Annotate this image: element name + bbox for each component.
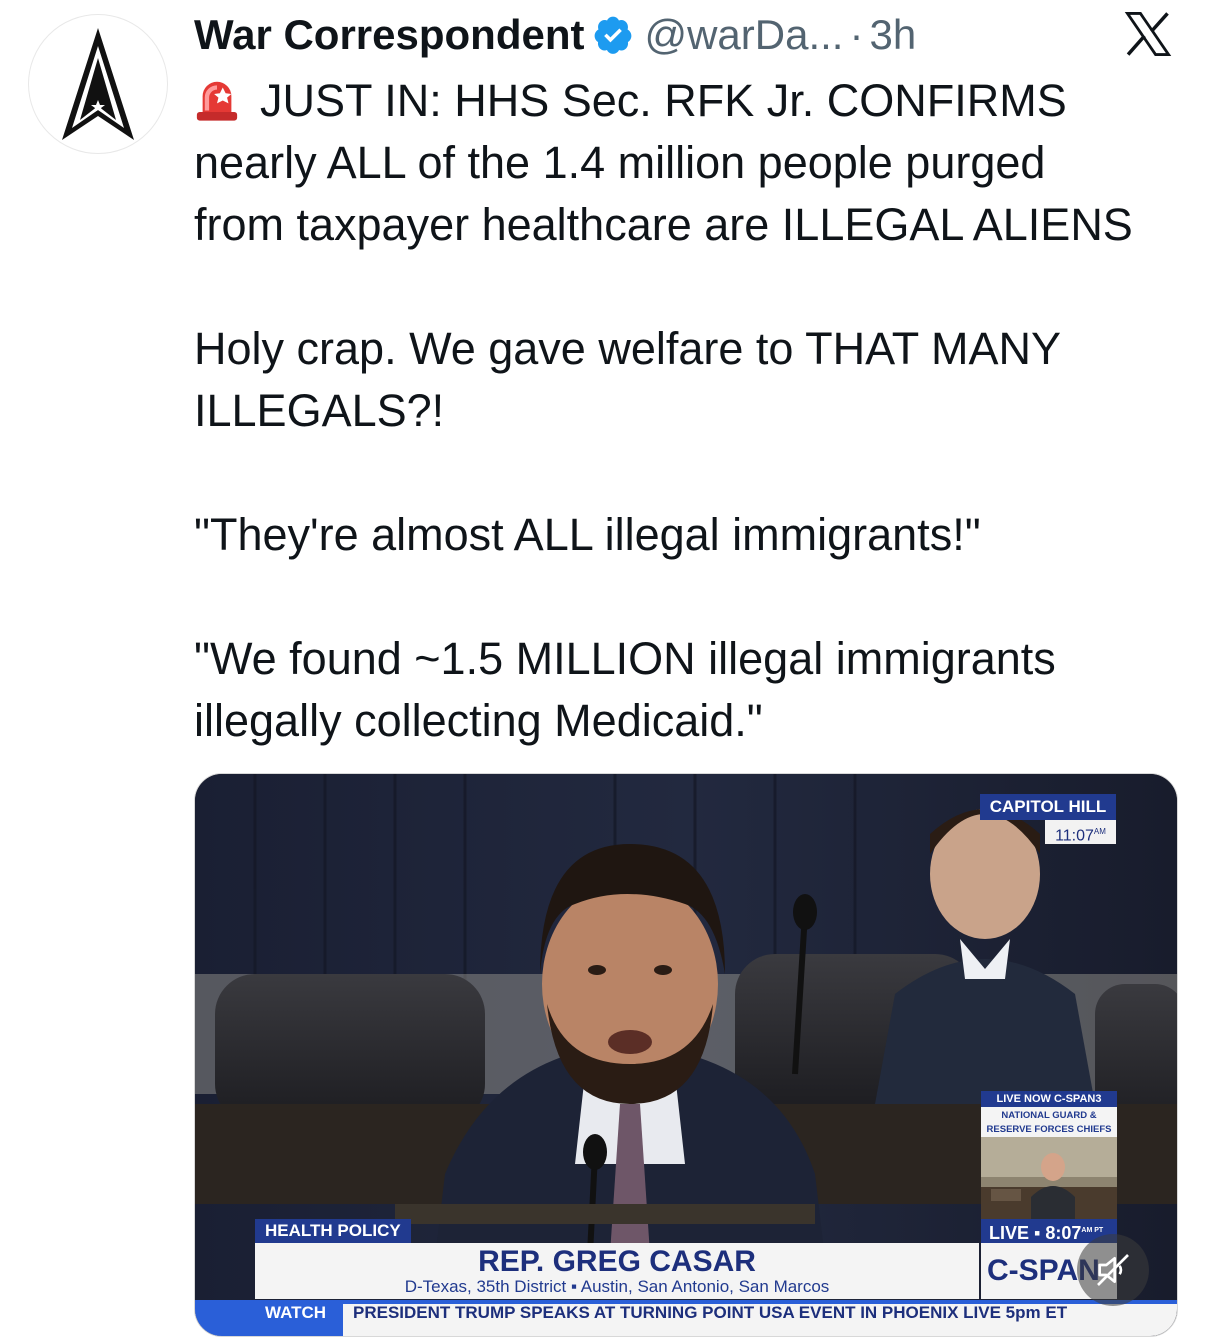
- verified-badge-icon: [595, 16, 632, 54]
- news-ticker: WATCH PRESIDENT TRUMP SPEAKS AT TURNING …: [195, 1300, 1177, 1336]
- avatar[interactable]: [28, 14, 168, 154]
- siren-emoji-icon: [196, 81, 238, 121]
- video-player[interactable]: CAPITOL HILL 11:07AM LIVE NOW C-SPAN3 NA…: [194, 773, 1178, 1337]
- tweet-para4-line2: illegally collecting Medicaid.": [194, 695, 763, 746]
- pip-video-thumbnail: [981, 1137, 1117, 1219]
- picture-in-picture: LIVE NOW C-SPAN3 NATIONAL GUARD & RESERV…: [981, 1091, 1117, 1219]
- ticker-label: WATCH: [195, 1300, 343, 1336]
- tweet-line: JUST IN: HHS Sec. RFK Jr. CONFIRMS: [194, 70, 1194, 132]
- location-tag: CAPITOL HILL: [980, 794, 1116, 820]
- speaker-name: REP. GREG CASAR: [478, 1245, 756, 1278]
- x-logo-icon[interactable]: [1120, 8, 1176, 60]
- pip-subtitle: NATIONAL GUARD & RESERVE FORCES CHIEFS: [981, 1107, 1117, 1137]
- mute-button[interactable]: [1077, 1234, 1149, 1306]
- pip-header: LIVE NOW C-SPAN3: [981, 1091, 1117, 1107]
- display-name[interactable]: War Correspondent: [194, 11, 584, 59]
- timestamp[interactable]: 3h: [869, 11, 916, 59]
- topic-tag: HEALTH POLICY: [255, 1219, 411, 1243]
- space-force-delta-logo-icon: [62, 28, 134, 140]
- tweet-para4-line1: "We found ~1.5 MILLION illegal immigrant…: [194, 633, 1056, 684]
- tweet-para2-line2: ILLEGALS?!: [194, 385, 445, 436]
- tweet-para2-line1: Holy crap. We gave welfare to THAT MANY: [194, 323, 1061, 374]
- broadcast-clock: 11:07AM: [1045, 820, 1116, 844]
- tweet-line-1: JUST IN: HHS Sec. RFK Jr. CONFIRMS: [260, 75, 1067, 126]
- tweet-line-3: from taxpayer healthcare are ILLEGAL ALI…: [194, 199, 1133, 250]
- separator-dot: ·: [849, 11, 864, 58]
- speaker-detail: D-Texas, 35th District ▪ Austin, San Ant…: [404, 1277, 830, 1296]
- volume-muted-icon: [1097, 1254, 1129, 1286]
- tweet-header: War Correspondent @warDa... · 3h: [194, 8, 916, 62]
- tweet-line-2: nearly ALL of the 1.4 million people pur…: [194, 137, 1046, 188]
- ticker-text: PRESIDENT TRUMP SPEAKS AT TURNING POINT …: [353, 1303, 1068, 1322]
- handle[interactable]: @warDa...: [644, 11, 843, 59]
- tweet-text: JUST IN: HHS Sec. RFK Jr. CONFIRMS nearl…: [194, 70, 1194, 752]
- tweet-para3: "They're almost ALL illegal immigrants!": [194, 509, 981, 560]
- speaker-nameplate: REP. GREG CASAR D-Texas, 35th District ▪…: [255, 1243, 979, 1299]
